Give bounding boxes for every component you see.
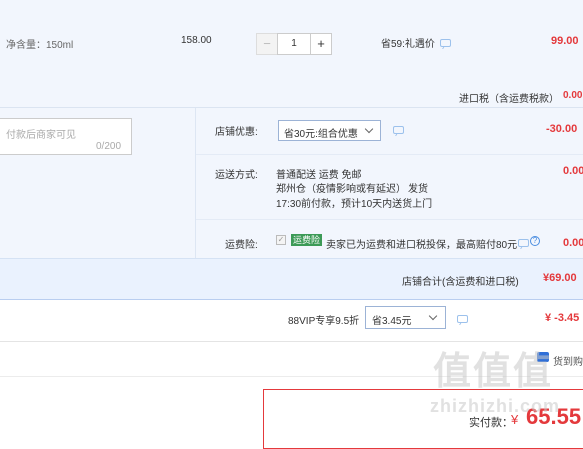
shipping-label: 运送方式: xyxy=(215,170,258,181)
quantity-stepper[interactable]: − 1 + xyxy=(256,33,332,55)
product-row: 净含量：150ml 158.00 − 1 + 省59:礼遇价 99.00 进口税… xyxy=(0,0,583,108)
insurance-checkbox[interactable]: ✓ xyxy=(276,235,286,245)
shop-total-row: 店铺合计(含运费和进口税) ¥69.00 xyxy=(0,258,583,300)
product-subtotal: 99.00 xyxy=(551,35,579,47)
quantity-input[interactable]: 1 xyxy=(277,33,311,55)
chevron-down-icon xyxy=(364,124,374,134)
watermark-glyphs: 值值值 xyxy=(433,351,554,393)
insurance-text: 卖家已为运费和进口税投保，最高赔付80元 xyxy=(326,240,518,251)
chevron-down-icon xyxy=(428,311,438,321)
remark-counter: 0/200 xyxy=(96,141,122,152)
panel-divider-1 xyxy=(196,154,583,155)
remark-placeholder: 付款后商家可见 xyxy=(6,130,76,141)
help-question-icon[interactable]: ? xyxy=(530,236,540,246)
vip-row: 88VIP专享9.5折 省3.45元 ¥ -3.45 xyxy=(0,299,583,342)
shop-total-value: ¥69.00 xyxy=(543,272,577,284)
insurance-value: 0.00 xyxy=(563,237,583,249)
insurance-badge: 运费险 xyxy=(291,234,323,246)
import-tax-value: 0.00 xyxy=(563,90,583,101)
vip-discount-select[interactable]: 省3.45元 xyxy=(365,306,446,329)
promo-text: 省59:礼遇价 xyxy=(381,39,435,50)
product-spec: 净含量：150ml xyxy=(6,40,74,51)
quantity-decrease-button[interactable]: − xyxy=(256,33,278,55)
insurance-label: 运费险: xyxy=(225,240,258,251)
order-options-panel: 付款后商家可见 0/200 店铺优惠: 省30元:组合优惠 -30.00 运送方… xyxy=(0,108,583,258)
panel-divider-vertical xyxy=(195,108,196,258)
vip-label: 88VIP专享9.5折 xyxy=(288,316,360,327)
import-tax-label: 进口税（含运费税款） xyxy=(459,94,559,105)
shop-discount-value: -30.00 xyxy=(546,123,578,135)
shipping-warehouse: 郑州仓（疫情影响或有延迟） xyxy=(276,184,406,195)
shipping-eta: 17:30前付款，预计10天内送货上门 xyxy=(276,199,433,210)
shipping-value: 0.00 xyxy=(563,165,583,177)
shop-total-label: 店铺合计(含运费和进口税) xyxy=(402,277,519,288)
vip-discount-selected: 省3.45元 xyxy=(372,316,412,327)
vip-chat-icon[interactable] xyxy=(457,315,468,323)
vip-value: ¥ -3.45 xyxy=(545,312,580,324)
shipping-method: 普通配送 运费 免邮 xyxy=(276,170,362,181)
cod-link[interactable]: 货到购 xyxy=(553,353,583,368)
shop-discount-select[interactable]: 省30元:组合优惠 xyxy=(278,120,381,141)
shop-discount-selected: 省30元:组合优惠 xyxy=(284,129,358,140)
discount-chat-icon[interactable] xyxy=(393,126,404,134)
footer-area: 货到购 实付款： ¥ 65.55 值值值 zhizhizhi.com xyxy=(0,342,583,449)
promo-chat-icon[interactable] xyxy=(440,39,451,47)
quantity-increase-button[interactable]: + xyxy=(310,33,332,55)
insurance-chat-icon[interactable] xyxy=(518,239,529,247)
panel-divider-2 xyxy=(196,219,583,220)
shipping-dispatch: 发货 xyxy=(408,184,428,195)
product-unit-price: 158.00 xyxy=(181,35,212,46)
remark-textarea[interactable]: 付款后商家可见 0/200 xyxy=(0,118,132,155)
shop-discount-label: 店铺优惠: xyxy=(215,127,258,138)
watermark-domain: zhizhizhi.com xyxy=(430,396,560,416)
